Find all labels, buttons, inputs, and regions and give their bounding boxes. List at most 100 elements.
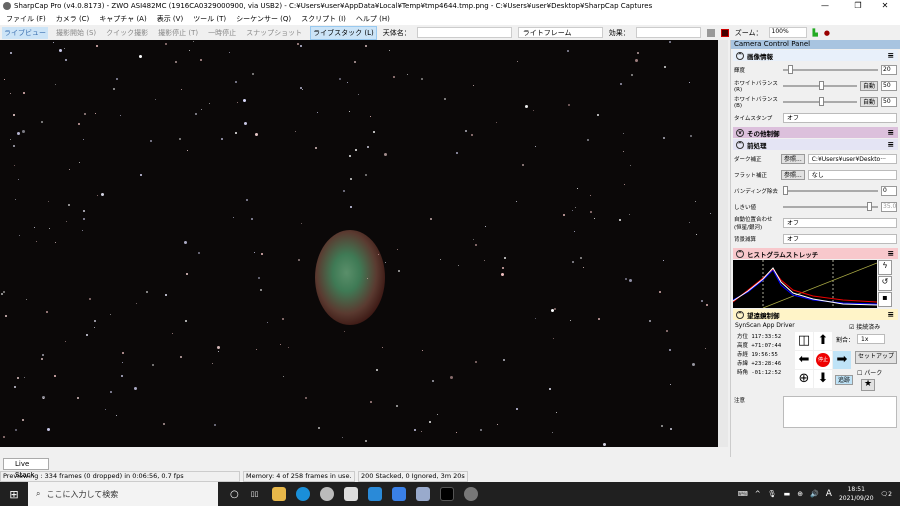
setup-button[interactable]: セットアップ <box>855 351 898 364</box>
mail-icon[interactable] <box>368 487 383 501</box>
reticle-color-icon[interactable] <box>720 28 729 37</box>
maximize-button[interactable]: ❐ <box>843 0 873 12</box>
pause-button[interactable]: 一時停止 <box>206 27 238 39</box>
file-explorer-icon[interactable] <box>272 487 287 501</box>
effect-select[interactable] <box>635 27 701 38</box>
histogram-plot[interactable] <box>733 260 877 308</box>
wb-blue-slider[interactable] <box>783 97 857 106</box>
wb-red-slider[interactable] <box>783 81 857 90</box>
volume-icon[interactable]: 🔊 <box>810 490 819 498</box>
section-histogram[interactable]: ^ ヒストグラムストレッチ ≡ <box>733 248 898 259</box>
histogram-icon[interactable]: ▙ <box>813 29 818 37</box>
quick-capture-button[interactable]: クイック撮影 <box>104 27 150 39</box>
move-south-button[interactable]: ⬇ <box>814 370 832 388</box>
frame-type-select[interactable]: ライトフレーム <box>517 27 603 38</box>
browser-icon[interactable] <box>464 487 479 501</box>
battery-icon[interactable]: ▬ <box>784 490 791 498</box>
align-select[interactable]: オフ <box>783 218 897 228</box>
close-button[interactable]: ✕ <box>870 0 900 12</box>
zoom-app-icon[interactable] <box>392 487 407 501</box>
menu-camera[interactable]: カメラ (C) <box>56 14 90 24</box>
menu-help[interactable]: ヘルプ (H) <box>356 14 390 24</box>
task-view-icon[interactable]: ▯▯ <box>251 490 259 498</box>
paint-icon[interactable] <box>416 487 431 501</box>
notification-icon[interactable]: 🗨2 <box>881 491 892 498</box>
zoom-select[interactable]: 100% <box>768 27 807 38</box>
color-swatch-icon[interactable] <box>706 28 715 37</box>
start-capture-button[interactable]: 撮影開始 (S) <box>54 27 98 39</box>
sharpcap-taskbar-icon[interactable] <box>440 487 455 501</box>
move-north-button[interactable]: ⬆ <box>814 332 832 350</box>
menu-sequencer[interactable]: シーケンサー (Q) <box>236 14 291 24</box>
menu-icon[interactable]: ≡ <box>887 128 894 137</box>
edge-icon[interactable] <box>296 487 311 501</box>
spiral-search-icon[interactable]: ◫ <box>795 332 813 350</box>
stop-capture-button[interactable]: 撮影停止 (T) <box>156 27 200 39</box>
park-checkbox[interactable]: ☐ パーク <box>857 368 882 377</box>
live-view-button[interactable]: ライブビュー <box>2 26 48 39</box>
move-east-button[interactable]: ➡ <box>833 351 851 369</box>
wb-blue-auto-button[interactable]: 自動 <box>859 97 878 107</box>
wb-blue-input[interactable]: 50 <box>881 97 897 107</box>
brightness-input[interactable]: 20 <box>881 65 897 75</box>
image-viewer[interactable] <box>0 40 718 447</box>
network-icon[interactable]: ⊕ <box>797 490 803 498</box>
menu-scripting[interactable]: スクリプト (I) <box>301 14 346 24</box>
stop-button[interactable]: 停止 <box>814 351 832 369</box>
windows-start-icon[interactable]: ⊞ <box>0 488 28 501</box>
ime-indicator[interactable]: A <box>826 489 832 499</box>
section-mount[interactable]: ^ 望遠鏡制御 ≡ <box>733 309 898 320</box>
goto-target-icon[interactable]: ⊕ <box>795 370 813 388</box>
menu-file[interactable]: ファイル (F) <box>6 14 46 24</box>
tab-live-stack[interactable]: Live Stack <box>3 458 49 479</box>
histogram[interactable]: ϟ ↺ ▪ <box>733 260 898 308</box>
bg-sub-select[interactable]: オフ <box>783 234 897 244</box>
track-button[interactable]: 追跡 <box>835 375 854 385</box>
wb-red-input[interactable]: 50 <box>881 81 897 91</box>
flat-select[interactable]: なし <box>807 170 897 180</box>
menu-capture[interactable]: キャプチャ (A) <box>99 14 146 24</box>
live-stack-button[interactable]: ライブスタック (L) <box>310 25 377 40</box>
app-icon[interactable] <box>320 487 335 501</box>
keyboard-icon[interactable]: ⌨ <box>738 490 748 498</box>
snapshot-button[interactable]: スナップショット <box>244 27 304 39</box>
banding-slider[interactable] <box>783 186 878 195</box>
magnifier-icon[interactable]: ● <box>824 29 830 37</box>
section-preprocessing[interactable]: ^ 前処理 ≡ <box>733 139 898 150</box>
notes-textarea[interactable] <box>783 396 897 428</box>
menu-icon[interactable]: ≡ <box>887 51 894 60</box>
threshold-slider[interactable] <box>783 202 878 211</box>
menu-icon[interactable]: ≡ <box>887 249 894 258</box>
section-other-controls[interactable]: v その他制御 ≡ <box>733 127 898 138</box>
dark-select[interactable]: C:¥Users¥user¥Deskto··· <box>807 154 897 164</box>
menu-icon[interactable]: ≡ <box>887 140 894 149</box>
reset-icon[interactable]: ↺ <box>878 276 892 291</box>
brightness-slider[interactable] <box>783 65 878 74</box>
threshold-input[interactable]: 35.0 <box>881 202 897 212</box>
flat-browse-button[interactable]: 参照... <box>781 170 805 180</box>
move-west-button[interactable]: ⬅ <box>795 351 813 369</box>
timestamp-select[interactable]: オフ <box>783 113 897 123</box>
vertical-scrollbar[interactable] <box>718 40 728 447</box>
rate-select[interactable]: 1x <box>857 334 885 344</box>
tray-chevron-icon[interactable]: ^ <box>755 490 761 498</box>
taskbar-search[interactable]: ⌕ ここに入力して検索 <box>28 482 218 506</box>
save-icon[interactable]: ▪ <box>878 292 892 307</box>
wb-red-auto-button[interactable]: 自動 <box>859 81 878 91</box>
splitter[interactable] <box>0 447 728 457</box>
clock[interactable]: 18:51 2021/09/20 <box>839 485 874 503</box>
store-icon[interactable] <box>344 487 359 501</box>
target-input[interactable] <box>416 27 512 38</box>
menu-tools[interactable]: ツール (T) <box>193 14 226 24</box>
auto-stretch-icon[interactable]: ϟ <box>878 260 892 275</box>
cortana-icon[interactable]: ○ <box>230 489 239 500</box>
mic-icon[interactable]: 🎙 <box>768 490 777 498</box>
connected-checkbox[interactable]: ☑ 接続済み <box>849 322 880 331</box>
minimize-button[interactable]: — <box>810 0 840 12</box>
banding-input[interactable]: 0 <box>881 186 897 196</box>
menu-icon[interactable]: ≡ <box>887 310 894 319</box>
favorites-star-icon[interactable]: ★ <box>861 379 876 391</box>
menu-view[interactable]: 表示 (V) <box>157 14 183 24</box>
dark-browse-button[interactable]: 参照... <box>781 154 805 164</box>
section-image-info[interactable]: ^ 画像情報 ≡ <box>733 50 898 61</box>
